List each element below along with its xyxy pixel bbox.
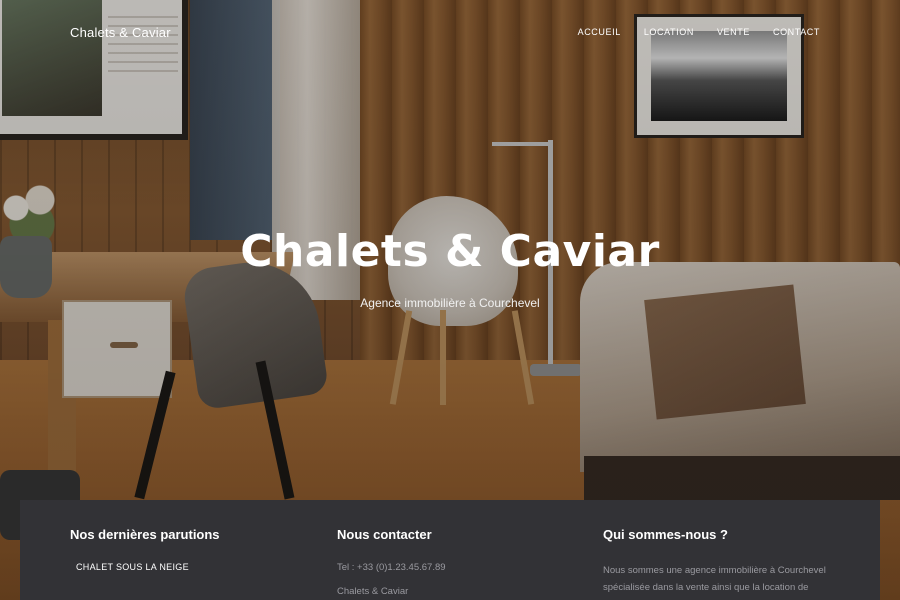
nav-accueil[interactable]: ACCUEIL xyxy=(578,27,621,37)
recent-post-link[interactable]: CHALET SOUS LA NEIGE xyxy=(76,562,300,572)
about-heading: Qui sommes-nous ? xyxy=(603,527,728,542)
about-section: Qui sommes-nous ? Nous sommes une agence… xyxy=(603,527,833,600)
main-nav: ACCUEIL LOCATION VENTE CONTACT xyxy=(578,27,820,37)
about-text: Nous sommes une agence immobilière à Cou… xyxy=(603,565,826,600)
nav-vente[interactable]: VENTE xyxy=(717,27,750,37)
contact-heading: Nous contacter xyxy=(337,527,432,542)
nav-contact[interactable]: CONTACT xyxy=(773,27,820,37)
site-logo[interactable]: Chalets & Caviar xyxy=(70,25,171,40)
contact-phone[interactable]: Tel : +33 (0)1.23.45.67.89 xyxy=(337,562,567,573)
recent-posts-section: Nos dernières parutions CHALET SOUS LA N… xyxy=(70,527,300,572)
contact-company: Chalets & Caviar xyxy=(337,586,409,597)
hero-title: Chalets & Caviar xyxy=(240,226,660,277)
hero-subtitle: Agence immobilière à Courchevel xyxy=(360,296,540,310)
nav-location[interactable]: LOCATION xyxy=(644,27,694,37)
recent-posts-heading: Nos dernières parutions xyxy=(70,527,220,542)
footer-panel: Nos dernières parutions CHALET SOUS LA N… xyxy=(20,500,880,600)
contact-section: Nous contacter Tel : +33 (0)1.23.45.67.8… xyxy=(337,527,567,600)
